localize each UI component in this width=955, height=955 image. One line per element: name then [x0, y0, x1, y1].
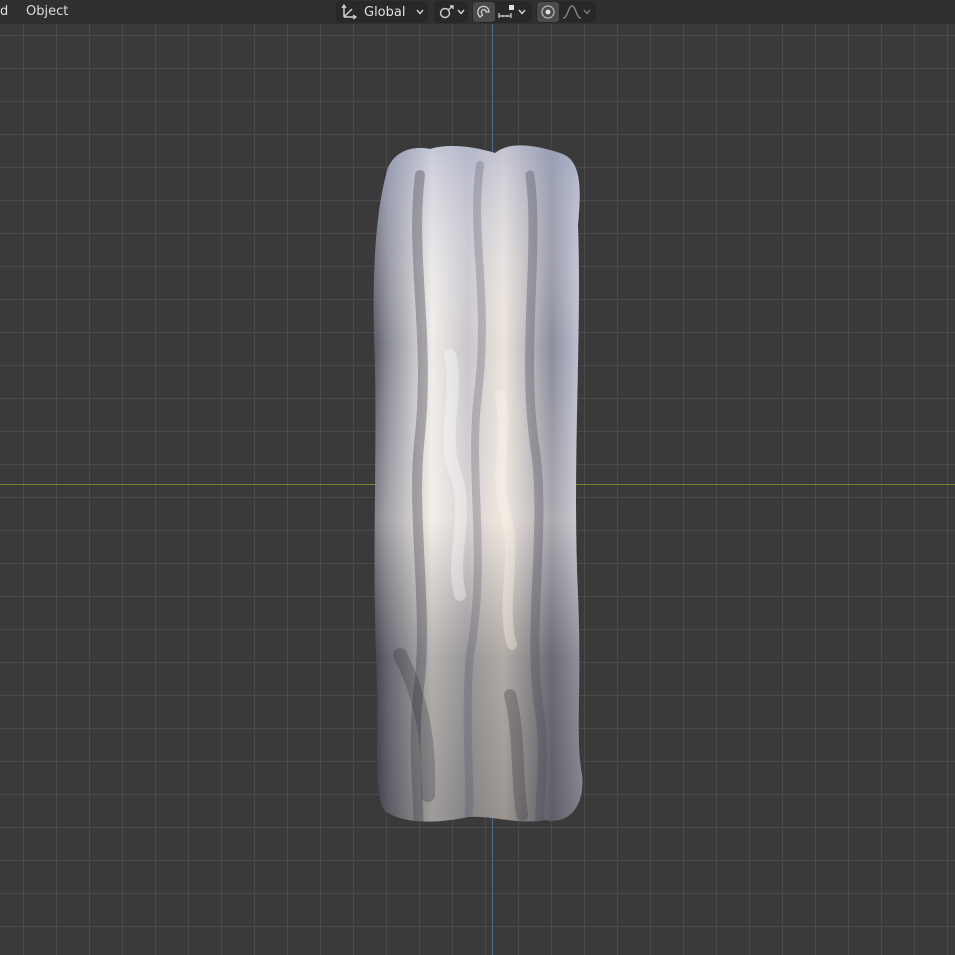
- chevron-down-icon[interactable]: [517, 7, 527, 17]
- menu-item-partial[interactable]: d: [0, 0, 8, 24]
- magnet-icon[interactable]: [473, 2, 495, 22]
- 3d-viewport[interactable]: [0, 0, 955, 955]
- chevron-down-icon: [415, 7, 425, 17]
- chevron-down-icon[interactable]: [582, 7, 592, 17]
- link-icon: [438, 3, 456, 21]
- metallic-mesh-object[interactable]: [360, 135, 600, 835]
- chevron-down-icon: [456, 7, 466, 17]
- pivot-point-dropdown[interactable]: [434, 1, 468, 23]
- snap-controls[interactable]: [472, 1, 532, 23]
- transform-orientation-dropdown[interactable]: Global: [336, 1, 428, 23]
- snap-target-icon[interactable]: [497, 3, 517, 21]
- proportional-editing-controls[interactable]: [536, 1, 596, 23]
- menu-item-object[interactable]: Object: [26, 0, 68, 24]
- proportional-editing-icon[interactable]: [537, 2, 559, 22]
- transform-orientation-icon: [340, 3, 358, 21]
- falloff-curve-icon[interactable]: [562, 3, 582, 21]
- viewport-header: d Object Global: [0, 0, 955, 24]
- transform-orientation-value: Global: [364, 4, 406, 20]
